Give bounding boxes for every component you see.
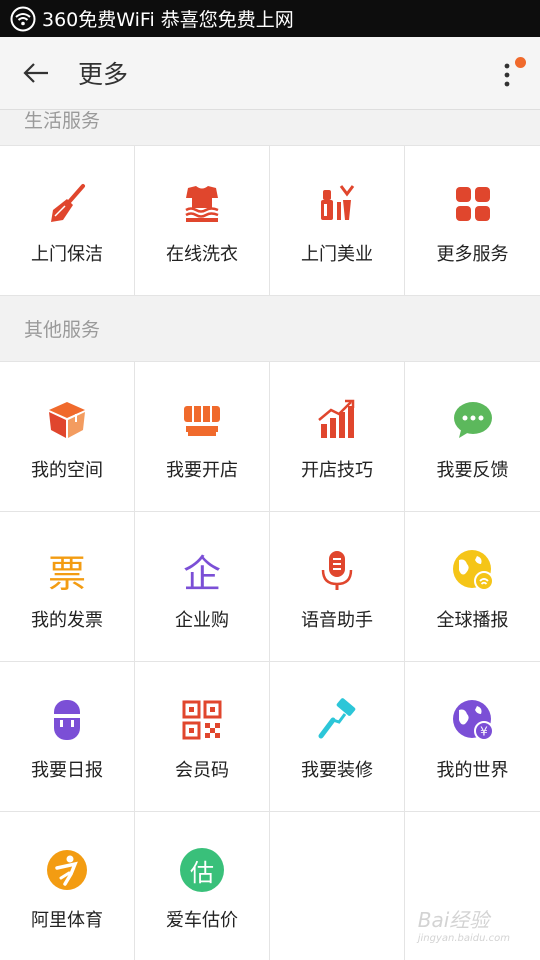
service-label: 企业购 (175, 610, 229, 631)
invoice-icon: 票 (45, 548, 89, 596)
service-shop-tips[interactable]: 开店技巧 (270, 362, 405, 511)
service-more[interactable]: 更多服务 (405, 146, 540, 295)
service-daily-report[interactable]: 我要日报 (0, 662, 135, 811)
section-header-life: 生活服务 (0, 110, 540, 145)
service-invoice[interactable]: 票 我的发票 (0, 512, 135, 661)
invoice-glyph: 票 (47, 551, 86, 596)
service-label: 我的空间 (31, 460, 103, 481)
qr-code-icon (182, 700, 222, 740)
notification-dot (515, 57, 526, 68)
service-open-shop[interactable]: 我要开店 (135, 362, 270, 511)
service-label: 在线洗衣 (166, 244, 238, 265)
beauty-icon (321, 185, 355, 220)
enterprise-glyph: 企 (182, 551, 221, 596)
service-voice-assistant[interactable]: 语音助手 (270, 512, 405, 661)
world-yuan-icon: ¥ (452, 700, 494, 741)
watermark-brand: Bai经验 (417, 908, 490, 932)
service-label: 上门保洁 (31, 244, 103, 265)
service-label: 我要反馈 (436, 460, 509, 481)
enterprise-icon: 企 (180, 548, 224, 596)
service-label: 我的世界 (436, 760, 509, 781)
watermark: Bai经验 jingyan.baidu.com (418, 904, 510, 944)
service-feedback[interactable]: 我要反馈 (405, 362, 540, 511)
section-title: 其他服务 (24, 319, 101, 341)
service-label: 上门美业 (301, 244, 373, 265)
life-services-grid: 上门保洁 在线洗衣 上门美业 更多服务 (0, 145, 540, 296)
status-text: 360免费WiFi 恭喜您免费上网 (42, 9, 294, 31)
laundry-icon (185, 186, 219, 222)
yuan-glyph: ¥ (480, 725, 488, 739)
back-button[interactable] (18, 55, 54, 91)
service-label: 我要日报 (31, 760, 103, 781)
car-valuation-icon: 估 (180, 848, 224, 892)
globe-broadcast-icon (452, 550, 494, 591)
daily-report-icon (54, 700, 80, 740)
broom-icon (51, 184, 85, 222)
service-label: 我的发票 (31, 610, 103, 631)
service-label: 更多服务 (436, 244, 509, 265)
service-renovation[interactable]: 我要装修 (270, 662, 405, 811)
service-label: 我要开店 (166, 460, 238, 481)
section-title: 生活服务 (24, 110, 101, 132)
service-label: 全球播报 (436, 610, 509, 631)
sports-icon (47, 850, 87, 890)
car-valuation-glyph: 估 (190, 858, 214, 887)
shop-icon (184, 406, 220, 436)
service-my-world[interactable]: ¥ 我的世界 (405, 662, 540, 811)
service-label: 开店技巧 (301, 460, 373, 481)
cube-icon (49, 402, 85, 438)
service-ali-sports[interactable]: 阿里体育 (0, 812, 135, 960)
wifi-icon (10, 6, 36, 31)
service-car-valuation[interactable]: 估 爱车估价 (135, 812, 270, 960)
microphone-icon (321, 551, 353, 590)
service-label: 会员码 (175, 760, 229, 781)
service-label: 我要装修 (301, 760, 373, 781)
watermark-domain: jingyan.baidu.com (417, 933, 510, 944)
app-bar: 更多 (0, 37, 540, 110)
status-bar: 360免费WiFi 恭喜您免费上网 (0, 0, 540, 37)
service-cleaning[interactable]: 上门保洁 (0, 146, 135, 295)
service-beauty[interactable]: 上门美业 (270, 146, 405, 295)
service-enterprise[interactable]: 企 企业购 (135, 512, 270, 661)
service-member-code[interactable]: 会员码 (135, 662, 270, 811)
other-services-grid: 我的空间 我要开店 开店技巧 我要反馈 票 我的发票 企 企业购 语音助手 全球… (0, 361, 540, 960)
page-title: 更多 (78, 60, 129, 89)
service-global-broadcast[interactable]: 全球播报 (405, 512, 540, 661)
service-laundry[interactable]: 在线洗衣 (135, 146, 270, 295)
service-label: 爱车估价 (166, 910, 238, 931)
empty-cell (270, 812, 405, 960)
service-label: 语音助手 (301, 610, 373, 631)
service-my-space[interactable]: 我的空间 (0, 362, 135, 511)
service-label: 阿里体育 (31, 910, 103, 931)
paint-roller-icon (318, 698, 356, 739)
growth-chart-icon (318, 399, 355, 438)
arrow-left-icon (23, 63, 48, 83)
grid-icon (455, 187, 490, 221)
section-header-other: 其他服务 (0, 296, 540, 361)
chat-bubble-icon (453, 402, 492, 438)
